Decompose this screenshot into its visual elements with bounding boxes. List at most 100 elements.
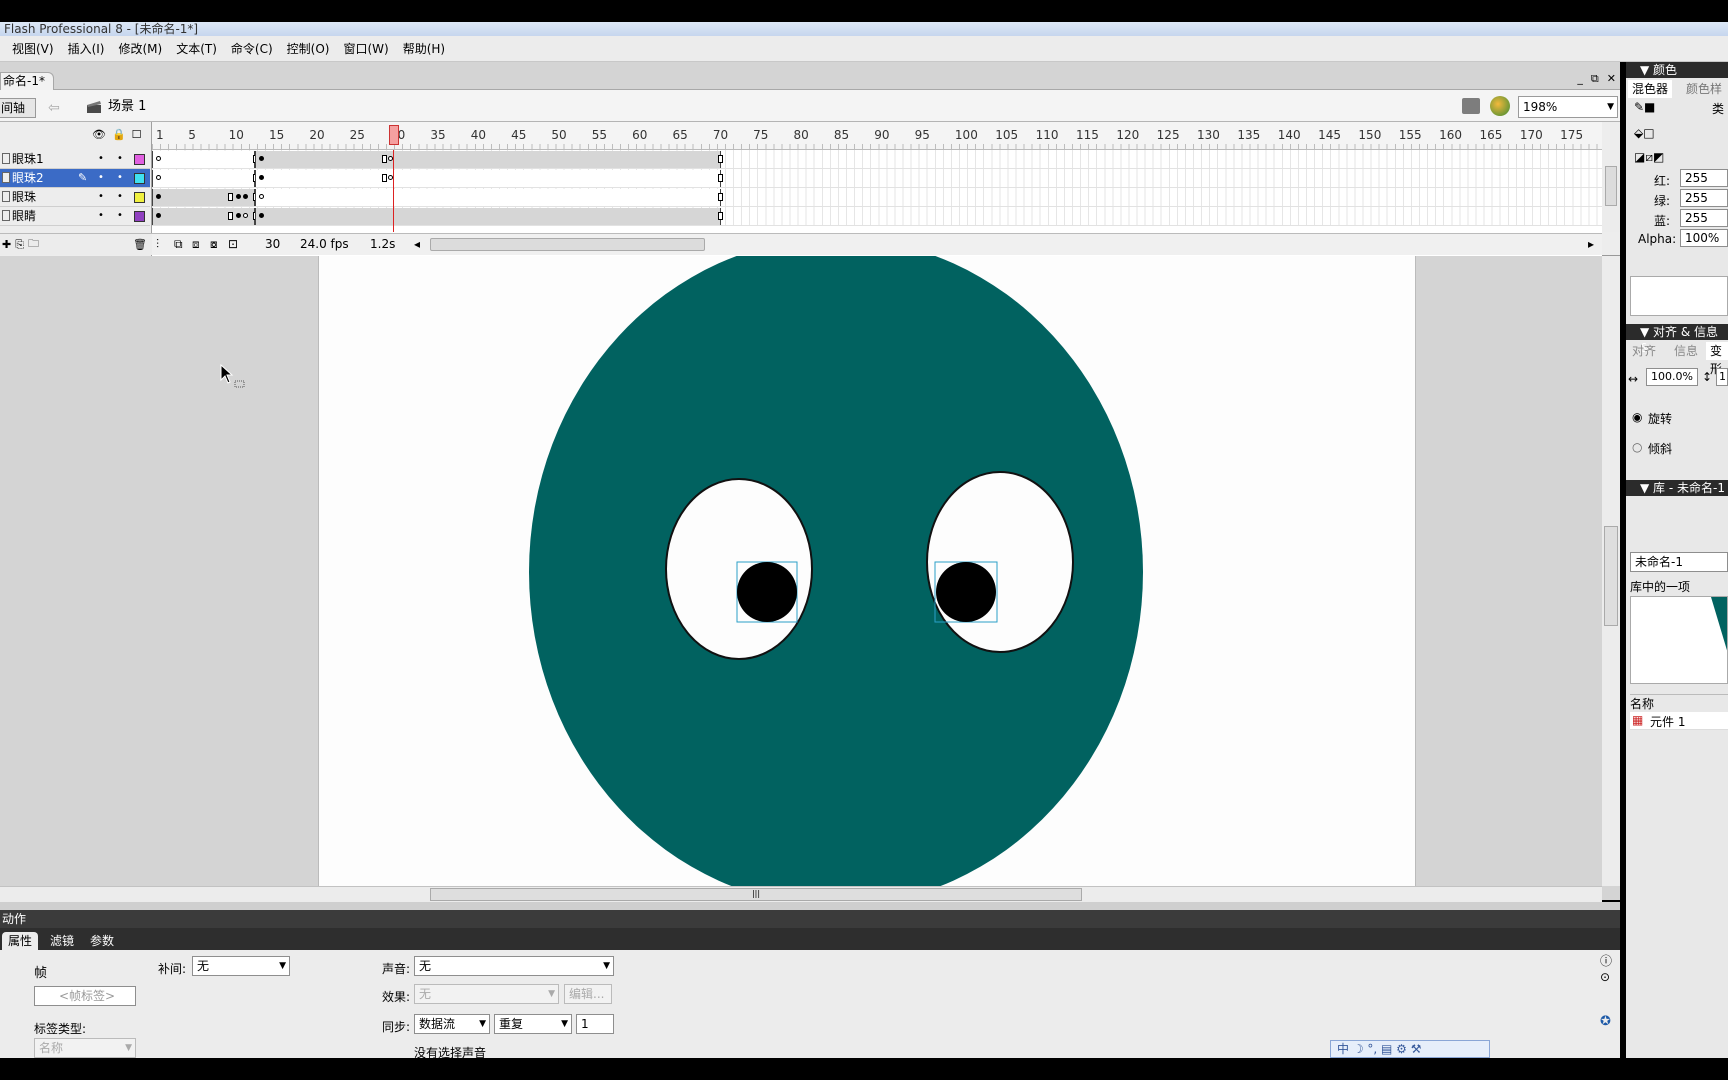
close-icon[interactable]: ✕ xyxy=(1607,72,1616,86)
layer-row[interactable]: 眼珠 • • xyxy=(0,188,150,207)
library-doc-select[interactable]: 未命名-1 xyxy=(1630,552,1728,572)
minimize-icon[interactable]: _ xyxy=(1577,72,1583,86)
library-item-row[interactable]: ▦ 元件 1 xyxy=(1630,712,1728,730)
lock-icon[interactable]: 🔒 xyxy=(112,128,126,141)
trash-icon[interactable]: 🗑 xyxy=(133,238,147,251)
document-tab[interactable]: 命名-1* xyxy=(0,72,54,90)
tab-filters[interactable]: 滤镜 xyxy=(44,932,80,950)
outline-icon[interactable]: ☐ xyxy=(132,128,142,141)
scene-breadcrumb[interactable]: 场景 1 xyxy=(86,97,146,117)
playhead[interactable] xyxy=(389,125,399,145)
menu-view[interactable]: 视图(V) xyxy=(12,40,54,57)
fill-color-icon[interactable]: ⬙□ xyxy=(1634,126,1655,140)
frame-row[interactable] xyxy=(152,169,1602,188)
layer-row[interactable]: 眼睛 • • xyxy=(0,207,150,226)
left-pupil[interactable] xyxy=(737,562,797,622)
menu-window[interactable]: 窗口(W) xyxy=(343,40,388,57)
panel-splitter[interactable] xyxy=(0,902,1620,910)
add-guide-icon[interactable]: ⎘ xyxy=(15,238,24,252)
tab-properties[interactable]: 属性 xyxy=(2,932,39,950)
swap-colors-icon[interactable]: ◪⧄◩ xyxy=(1634,150,1664,165)
visibility-dot[interactable]: • xyxy=(98,169,104,187)
menu-commands[interactable]: 命令(C) xyxy=(231,40,273,57)
left-eye-white[interactable] xyxy=(665,478,813,660)
layer-color-swatch[interactable] xyxy=(134,173,145,184)
align-panel-header[interactable]: ▼ 对齐 & 信息 & xyxy=(1626,324,1728,355)
add-folder-icon[interactable]: 🗀 xyxy=(28,235,39,254)
modify-markers-icon[interactable]: ⊡ xyxy=(228,234,238,255)
library-panel-header[interactable]: ▼ 库 - 未命名-1 xyxy=(1626,480,1728,496)
edit-button[interactable]: 编辑... xyxy=(564,984,612,1004)
frame-row[interactable] xyxy=(152,188,1602,207)
onion-outline-icon[interactable]: ⧈ xyxy=(192,234,200,255)
visibility-dot[interactable]: • xyxy=(98,207,104,225)
effect-select[interactable]: 无 ▼ xyxy=(414,984,559,1004)
label-type-select[interactable]: 名称 ▼ xyxy=(34,1038,136,1058)
visibility-dot[interactable]: • xyxy=(98,150,104,168)
layer-color-swatch[interactable] xyxy=(134,154,145,165)
ime-toolbar[interactable]: 中 ☽ °, ▤ ⚙ ⚒ xyxy=(1330,1040,1490,1058)
color-panel-header[interactable]: ▼ 颜色 xyxy=(1626,62,1728,78)
eye-icon[interactable]: 👁 xyxy=(92,128,106,141)
lock-dot[interactable]: • xyxy=(117,169,123,187)
timeline-toggle-button[interactable]: 间轴 xyxy=(0,98,36,118)
repeat-select[interactable]: 重复 ▼ xyxy=(494,1014,572,1034)
timeline-vertical-scrollbar[interactable] xyxy=(1602,150,1620,232)
frame-ruler[interactable]: 1510152025303540455055606570758085909510… xyxy=(152,122,1602,150)
red-input[interactable]: 255 xyxy=(1680,169,1728,187)
sound-select[interactable]: 无 ▼ xyxy=(414,956,614,976)
library-name-column[interactable]: 名称 xyxy=(1630,694,1728,712)
right-pupil[interactable] xyxy=(936,562,996,622)
scale-width-input[interactable]: 100.0% xyxy=(1646,368,1698,386)
menu-modify[interactable]: 修改(M) xyxy=(118,40,162,57)
repeat-count-input[interactable]: 1 xyxy=(576,1014,614,1034)
menu-help[interactable]: 帮助(H) xyxy=(403,40,445,57)
accessibility-icon[interactable]: ✪ xyxy=(1600,1014,1611,1029)
add-layer-icon[interactable]: ✚ xyxy=(2,238,11,251)
tab-color-swatches[interactable]: 颜色样 xyxy=(1682,80,1726,98)
rotate-radio[interactable]: ◉ xyxy=(1632,410,1642,424)
timeline-horizontal-scrollbar[interactable] xyxy=(430,238,705,251)
onion-skin-icon[interactable]: ⧉ xyxy=(174,234,183,255)
tab-transform[interactable]: 变形 xyxy=(1706,342,1728,376)
alpha-input[interactable]: 100% xyxy=(1680,229,1728,247)
scroll-right-icon[interactable]: ▸ xyxy=(1588,234,1594,255)
scale-height-input[interactable]: 1 xyxy=(1716,368,1728,386)
tween-select[interactable]: 无 ▼ xyxy=(192,956,290,976)
green-input[interactable]: 255 xyxy=(1680,189,1728,207)
skew-radio[interactable]: ○ xyxy=(1632,440,1642,454)
lock-dot[interactable]: • xyxy=(117,188,123,206)
layer-row[interactable]: 眼珠1 • • xyxy=(0,150,150,169)
sync-select[interactable]: 数据流 ▼ xyxy=(414,1014,490,1034)
lock-dot[interactable]: • xyxy=(117,150,123,168)
edit-multiple-icon[interactable]: ⧇ xyxy=(210,234,218,255)
center-frame-icon[interactable]: ⫶ xyxy=(156,234,159,255)
menu-text[interactable]: 文本(T) xyxy=(176,40,217,57)
layer-color-swatch[interactable] xyxy=(134,192,145,203)
zoom-select[interactable]: 198% ▼ xyxy=(1518,96,1618,118)
tab-color-mixer[interactable]: 混色器 xyxy=(1628,80,1673,98)
scroll-left-icon[interactable]: ◂ xyxy=(414,234,420,255)
tab-align[interactable]: 对齐 xyxy=(1628,342,1660,360)
restore-icon[interactable]: ⧉ xyxy=(1591,72,1599,86)
stage[interactable] xyxy=(318,256,1416,886)
actions-panel-header[interactable]: 动作 xyxy=(0,910,1620,928)
tab-parameters[interactable]: 参数 xyxy=(84,932,120,950)
lock-dot[interactable]: • xyxy=(117,207,123,225)
menu-control[interactable]: 控制(O) xyxy=(287,40,330,57)
frame-row[interactable] xyxy=(152,150,1602,169)
menu-insert[interactable]: 插入(I) xyxy=(68,40,105,57)
help-icon[interactable]: ⓘ xyxy=(1600,952,1612,969)
layer-row-selected[interactable]: 眼珠2 ✎ • • xyxy=(0,169,150,188)
tab-info[interactable]: 信息 xyxy=(1670,342,1702,360)
frame-row[interactable] xyxy=(152,207,1602,226)
visibility-dot[interactable]: • xyxy=(98,188,104,206)
stroke-color-icon[interactable]: ✎■ xyxy=(1634,100,1655,114)
stage-horizontal-scrollbar[interactable]: ||| xyxy=(0,886,1602,902)
expand-icon[interactable]: ⊙ xyxy=(1600,970,1610,984)
layer-color-swatch[interactable] xyxy=(134,211,145,222)
blue-input[interactable]: 255 xyxy=(1680,209,1728,227)
stage-vertical-scrollbar[interactable] xyxy=(1602,256,1620,886)
edit-scene-icon[interactable] xyxy=(1462,98,1480,114)
back-arrow-icon[interactable]: ⇦ xyxy=(48,100,60,116)
